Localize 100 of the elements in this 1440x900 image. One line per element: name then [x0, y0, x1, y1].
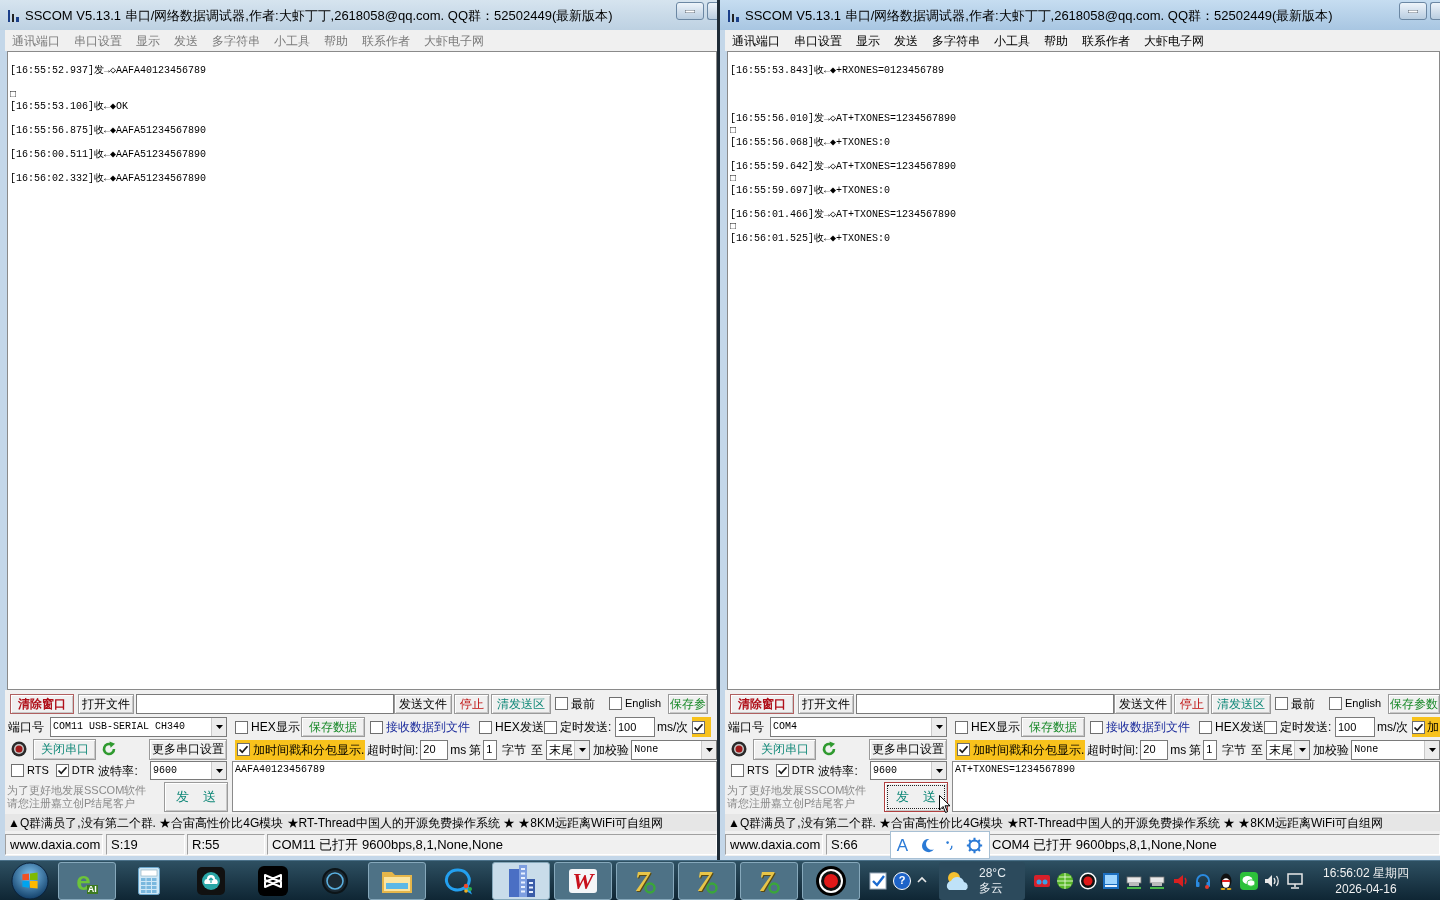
taskbar-app-button[interactable]: eAI — [58, 861, 116, 900]
monitor-icon[interactable] — [1286, 871, 1304, 890]
line-checkbox[interactable]: DTR — [775, 764, 815, 778]
checkbox-icon[interactable] — [1090, 720, 1103, 734]
clear-window-button[interactable]: 清除窗口 — [10, 693, 74, 714]
menu-item[interactable]: 联系作者 — [1075, 34, 1137, 47]
baud-rate-select[interactable]: 9600 — [150, 761, 227, 781]
globe-icon[interactable] — [1056, 871, 1074, 890]
menu-item[interactable]: 小工具 — [267, 34, 317, 47]
checkbox-icon[interactable] — [692, 720, 705, 734]
line-checkbox[interactable]: DTR — [55, 764, 95, 778]
menu-item[interactable]: 帮助 — [317, 34, 355, 47]
crescent-moon-icon[interactable] — [919, 837, 935, 853]
more-settings-button[interactable]: 更多串口设置 — [869, 738, 947, 760]
hex-display-checkbox[interactable]: HEX显示 — [235, 720, 299, 734]
file-path-field[interactable] — [856, 693, 1114, 714]
checkbox-icon[interactable] — [235, 720, 248, 734]
close-port-button[interactable]: 关闭串口 — [33, 738, 96, 760]
option-checkbox[interactable]: English — [609, 697, 663, 710]
checkbox-icon[interactable] — [1329, 697, 1342, 710]
end-position-select[interactable]: 末尾 — [546, 739, 591, 760]
checksum-select[interactable]: None — [631, 739, 717, 760]
start-byte-field[interactable]: 1 — [1203, 739, 1218, 760]
timeout-field[interactable]: 20 — [1140, 739, 1169, 760]
hex-send-checkbox[interactable]: HEX发送 — [1199, 720, 1262, 734]
menu-item[interactable]: 大虾电子网 — [1137, 34, 1211, 47]
option-checkbox[interactable]: 最前 — [1275, 697, 1315, 710]
clear-send-button[interactable]: 清发送区 — [1211, 693, 1271, 714]
chat-bubbles-icon[interactable] — [1240, 871, 1258, 890]
clock[interactable]: 16:56:02 星期四 2026-04-16 — [1316, 864, 1416, 897]
taskbar-app-button[interactable] — [802, 861, 860, 900]
extra-checkbox[interactable] — [692, 717, 711, 737]
port-select[interactable]: COM11 USB-SERIAL CH340 — [50, 716, 227, 737]
settings-icon[interactable] — [966, 836, 984, 854]
checkbox-icon[interactable] — [237, 743, 250, 756]
file-path-field[interactable] — [136, 693, 394, 714]
menu-item[interactable]: 联系作者 — [355, 34, 417, 47]
checkbox-icon[interactable] — [1412, 720, 1425, 734]
checkbox-icon[interactable] — [609, 697, 622, 710]
menu-item[interactable]: 帮助 — [1037, 34, 1075, 47]
line-checkbox[interactable]: RTS — [731, 764, 769, 778]
end-position-select[interactable]: 末尾 — [1266, 739, 1311, 760]
menu-item[interactable]: 发送 — [167, 34, 205, 47]
checkbox-icon[interactable] — [544, 720, 557, 734]
hex-send-checkbox[interactable]: HEX发送 — [479, 720, 542, 734]
timestamp-checkbox[interactable]: 加时间戳和分包显示. — [235, 739, 365, 760]
checkbox-icon[interactable] — [775, 764, 789, 778]
send-file-button[interactable]: 发送文件 — [1114, 693, 1172, 714]
checkbox-icon[interactable] — [479, 720, 492, 734]
checkbox-icon[interactable] — [55, 764, 69, 778]
checkbox-icon[interactable] — [1199, 720, 1212, 734]
checkbox-icon[interactable] — [731, 764, 744, 778]
headset-icon[interactable] — [1194, 871, 1212, 890]
checkbox-icon[interactable] — [955, 720, 968, 734]
maximize-button[interactable] — [707, 2, 717, 20]
option-checkbox[interactable]: 最前 — [555, 697, 595, 710]
menu-item[interactable]: 多字符串 — [205, 34, 267, 47]
clear-send-button[interactable]: 清发送区 — [491, 693, 551, 714]
taskbar-app-button[interactable] — [492, 861, 550, 900]
send-text-field[interactable]: AAFA40123456789 — [232, 761, 717, 812]
checkbox-tick-icon[interactable] — [869, 871, 887, 890]
stop-button[interactable]: 停止 — [1174, 693, 1209, 714]
menu-item[interactable]: 通讯端口 — [5, 34, 67, 47]
refresh-icon[interactable] — [101, 741, 117, 758]
save-data-button[interactable]: 保存数据 — [1021, 717, 1085, 737]
minimize-button[interactable] — [1399, 2, 1427, 20]
menu-item[interactable]: 串口设置 — [67, 34, 129, 47]
save-to-file-checkbox[interactable]: 接收数据到文件 — [1090, 720, 1192, 734]
checkbox-icon[interactable] — [1275, 697, 1288, 710]
close-port-button[interactable]: 关闭串口 — [753, 738, 816, 760]
timestamp-checkbox[interactable]: 加时间戳和分包显示. — [955, 739, 1085, 760]
checkbox-icon[interactable] — [957, 743, 970, 756]
send-text-field[interactable]: AT+TXONES=1234567890 — [952, 761, 1440, 812]
open-file-button[interactable]: 打开文件 — [798, 693, 854, 714]
menu-item[interactable]: 发送 — [887, 34, 925, 47]
menu-item[interactable]: 大虾电子网 — [417, 34, 491, 47]
punctuation-icon[interactable] — [946, 840, 955, 850]
start-orb-icon[interactable] — [11, 861, 49, 900]
open-file-button[interactable]: 打开文件 — [78, 693, 134, 714]
help-button[interactable]: ? — [893, 871, 911, 890]
send-button[interactable]: 发 送 — [164, 781, 228, 812]
menu-item[interactable]: 串口设置 — [787, 34, 849, 47]
port-select[interactable]: COM4 — [770, 716, 947, 737]
save-params-button[interactable]: 保存参 — [668, 693, 708, 714]
extra-checkbox[interactable]: 加 — [1412, 717, 1440, 737]
checkbox-icon[interactable] — [555, 697, 568, 710]
stop-button[interactable]: 停止 — [454, 693, 489, 714]
screen-icon[interactable] — [1102, 871, 1120, 890]
interval-field[interactable]: 100 — [615, 717, 655, 737]
more-settings-button[interactable]: 更多串口设置 — [149, 738, 227, 760]
hex-display-checkbox[interactable]: HEX显示 — [955, 720, 1019, 734]
menu-item[interactable]: 显示 — [129, 34, 167, 47]
menu-item[interactable]: 显示 — [849, 34, 887, 47]
clear-window-button[interactable]: 清除窗口 — [730, 693, 794, 714]
save-to-file-checkbox[interactable]: 接收数据到文件 — [370, 720, 472, 734]
line-checkbox[interactable]: RTS — [11, 764, 49, 778]
weather-button[interactable]: 28°C 多云 — [939, 861, 1025, 900]
timeout-field[interactable]: 20 — [420, 739, 449, 760]
minimize-button[interactable] — [676, 2, 704, 20]
record-icon[interactable] — [1079, 871, 1097, 890]
